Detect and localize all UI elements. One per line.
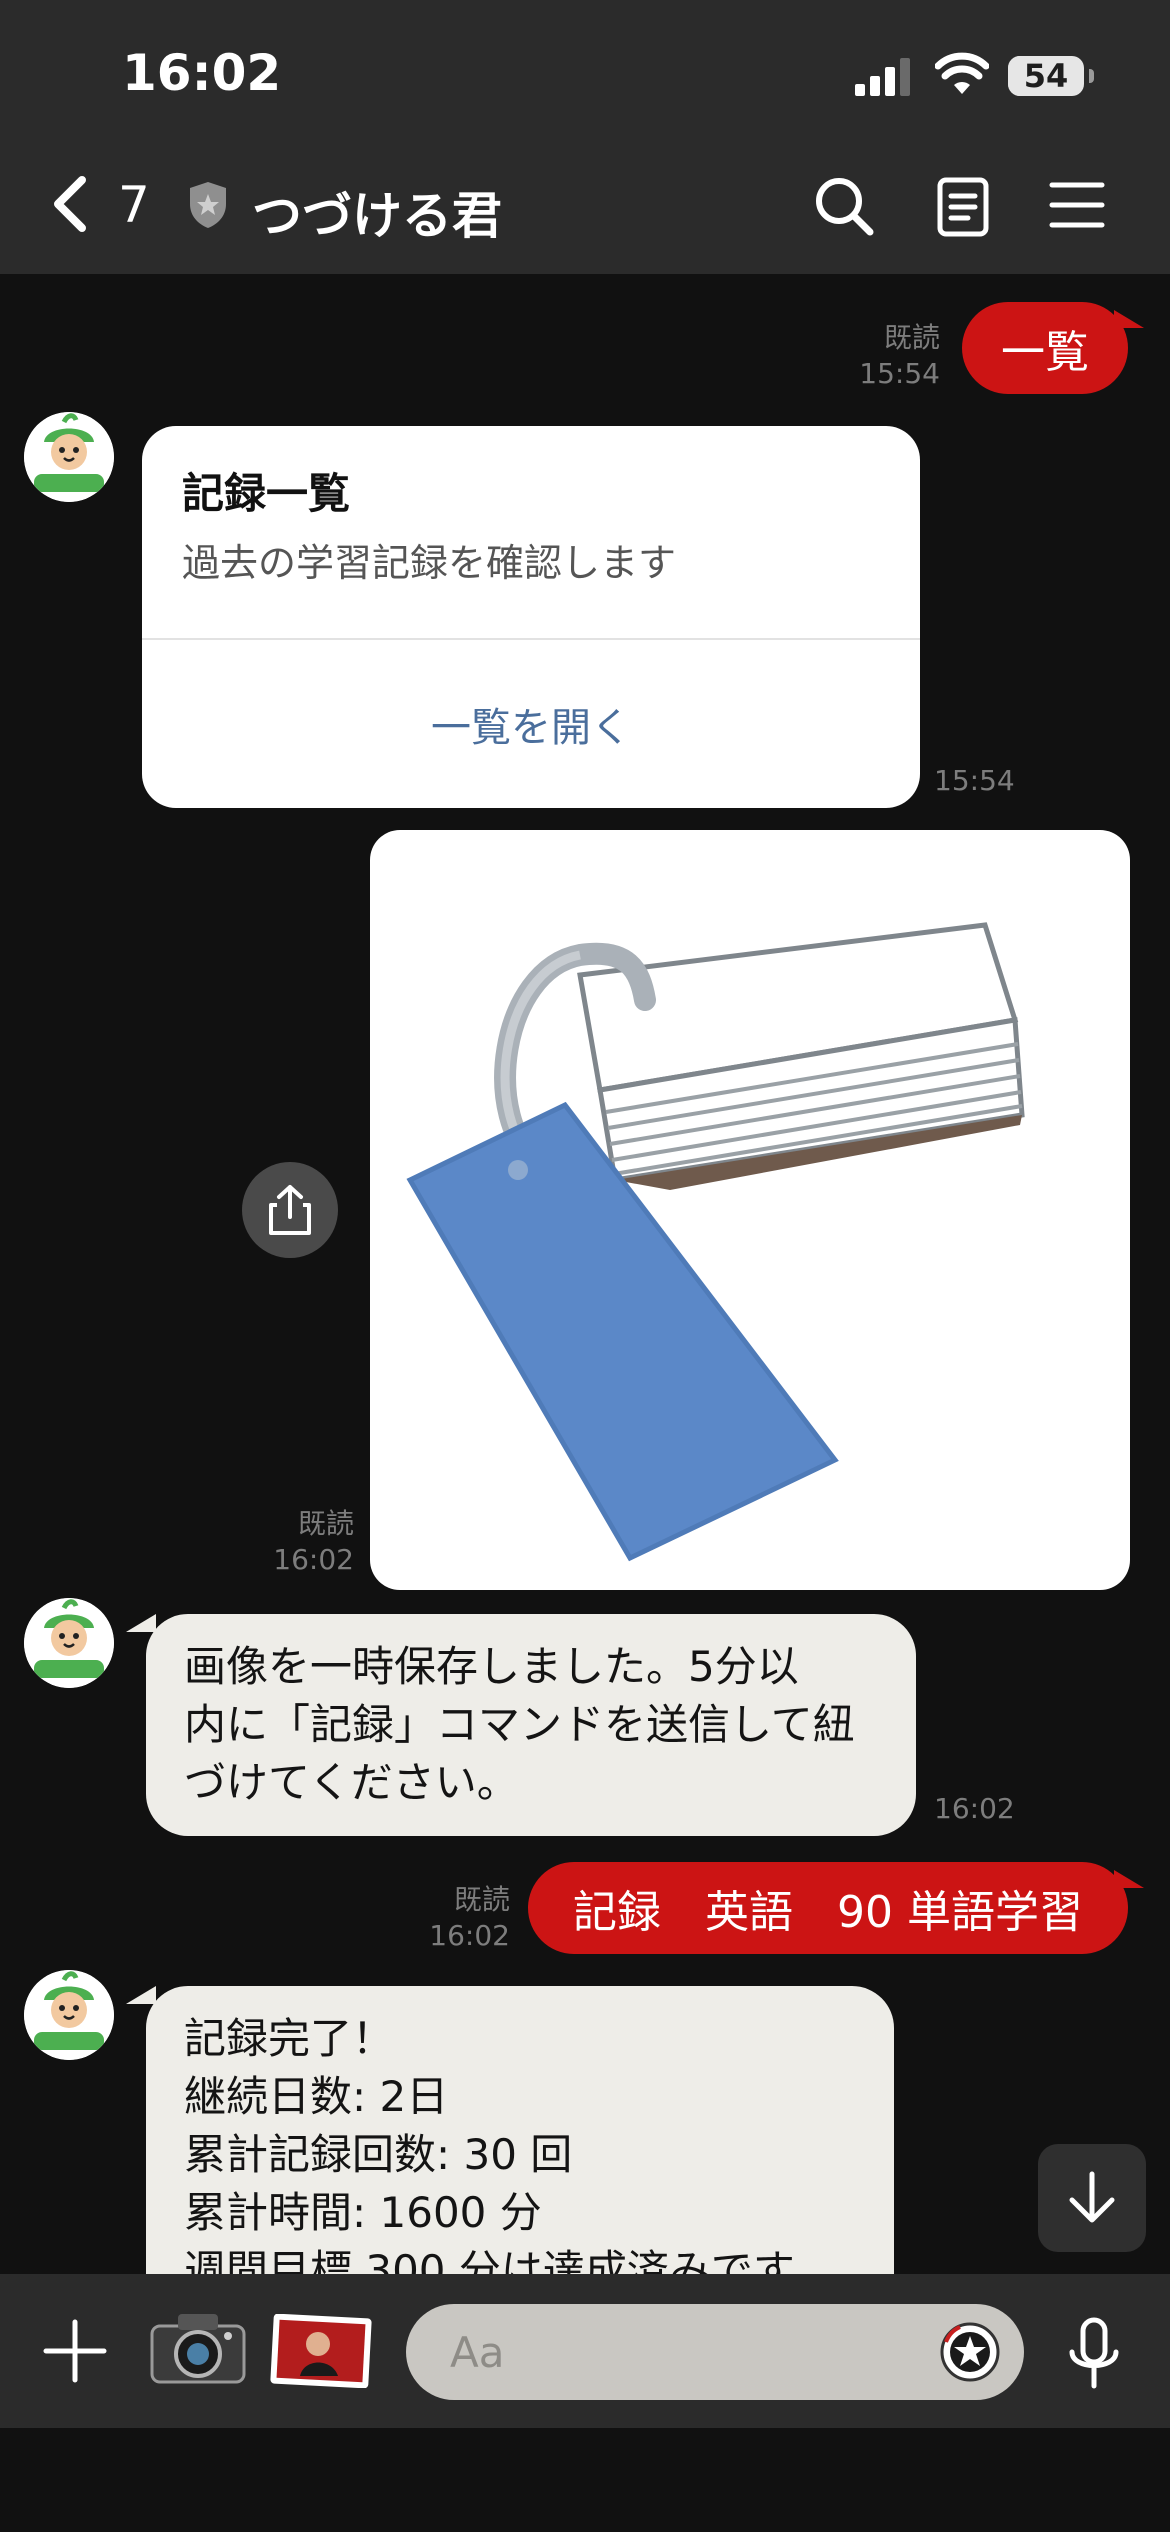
message-line: 週間目標 300 分は達成済みです。 bbox=[184, 2246, 833, 2274]
photo-icon[interactable] bbox=[270, 2314, 372, 2388]
official-account-shield-icon bbox=[190, 182, 226, 228]
message-line: 継続日数: 2日 bbox=[184, 2072, 449, 2121]
wifi-icon bbox=[935, 52, 989, 94]
camera-icon[interactable] bbox=[148, 2308, 248, 2388]
message-time: 16:02 bbox=[273, 1543, 354, 1576]
card-description: 過去の学習記録を確認します bbox=[182, 541, 677, 585]
menu-icon[interactable] bbox=[1048, 180, 1106, 230]
battery-percentage: 54 bbox=[1023, 57, 1069, 95]
message-text: 記録 英語 90 単語学習 bbox=[573, 1887, 1083, 1938]
sent-image[interactable] bbox=[370, 830, 1130, 1590]
battery-icon: 54 bbox=[1008, 56, 1094, 96]
home-indicator-area bbox=[0, 2428, 1170, 2532]
share-icon bbox=[269, 1185, 311, 1235]
message-time: 15:54 bbox=[859, 357, 940, 390]
message-time: 15:54 bbox=[934, 764, 1015, 797]
message-line: 累計時間: 1600 分 bbox=[184, 2188, 542, 2237]
search-icon[interactable] bbox=[812, 174, 876, 238]
record-list-card: 記録一覧 過去の学習記録を確認します 一覧を開く bbox=[142, 426, 920, 808]
sticker-icon[interactable] bbox=[940, 2322, 1000, 2382]
flashcard-ring-illustration bbox=[406, 922, 1025, 1562]
scroll-to-bottom-button[interactable] bbox=[1038, 2144, 1146, 2252]
bubble-tail bbox=[126, 1986, 156, 2004]
back-chevron-icon[interactable] bbox=[48, 172, 92, 236]
read-receipt: 既読 bbox=[453, 1883, 510, 1916]
message-line: 画像を一時保存しました。5分以 bbox=[184, 1642, 799, 1691]
message-time: 16:02 bbox=[934, 1792, 1015, 1825]
bot-avatar[interactable] bbox=[24, 412, 114, 502]
unread-count[interactable]: 7 bbox=[118, 176, 150, 234]
incoming-message-bubble[interactable]: 画像を一時保存しました。5分以 内に「記録」コマンドを送信して紐 づけてください… bbox=[146, 1614, 916, 1836]
message-text: 一覧 bbox=[1001, 327, 1089, 378]
chat-screen: 16:02 54 7 つづける君 既読 15:54 一覧 記録一覧 過去の学習記… bbox=[0, 0, 1170, 2532]
chat-title: つづける君 bbox=[252, 187, 502, 245]
tsuzukerukun-avatar-icon bbox=[24, 1598, 114, 1688]
open-list-button[interactable]: 一覧を開く bbox=[142, 640, 920, 808]
message-meta: 既読 16:02 bbox=[380, 1882, 510, 1954]
message-list[interactable]: 既読 15:54 一覧 記録一覧 過去の学習記録を確認します 一覧を開く 15:… bbox=[0, 274, 1170, 2274]
read-receipt: 既読 bbox=[297, 1507, 354, 1540]
status-time: 16:02 bbox=[122, 44, 282, 102]
notes-icon[interactable] bbox=[936, 176, 990, 238]
message-line: 記録完了！ bbox=[184, 2014, 395, 2063]
incoming-message-bubble[interactable]: 記録完了！ 継続日数: 2日 累計記録回数: 30 回 累計時間: 1600 分… bbox=[146, 1986, 894, 2274]
message-line: づけてください。 bbox=[184, 1758, 519, 1807]
read-receipt: 既読 bbox=[883, 321, 940, 354]
chat-header: 7 つづける君 bbox=[0, 150, 1170, 274]
outgoing-message-bubble[interactable]: 一覧 bbox=[962, 302, 1128, 394]
message-line: 累計記録回数: 30 回 bbox=[184, 2130, 573, 2179]
message-line: 内に「記録」コマンドを送信して紐 bbox=[184, 1700, 855, 1749]
message-input[interactable] bbox=[406, 2304, 1024, 2400]
bot-avatar[interactable] bbox=[24, 1598, 114, 1688]
bubble-tail bbox=[126, 1614, 156, 1632]
share-button[interactable] bbox=[242, 1162, 338, 1258]
bot-avatar[interactable] bbox=[24, 1970, 114, 2060]
arrow-down-icon bbox=[1069, 2171, 1115, 2223]
bubble-tail bbox=[1114, 1870, 1144, 1888]
outgoing-message-bubble[interactable]: 記録 英語 90 単語学習 bbox=[528, 1862, 1128, 1954]
message-input-bar bbox=[0, 2274, 1170, 2428]
status-bar: 16:02 54 bbox=[0, 0, 1170, 150]
message-time: 16:02 bbox=[429, 1919, 510, 1952]
message-meta: 既読 15:54 bbox=[800, 320, 940, 392]
bubble-tail bbox=[1114, 310, 1144, 328]
plus-icon[interactable] bbox=[40, 2316, 110, 2386]
tsuzukerukun-avatar-icon bbox=[24, 1970, 114, 2060]
cellular-signal-icon bbox=[855, 58, 910, 96]
card-title: 記録一覧 bbox=[182, 469, 351, 518]
microphone-icon[interactable] bbox=[1066, 2316, 1122, 2392]
message-meta: 既読 16:02 bbox=[210, 1506, 354, 1578]
tsuzukerukun-avatar-icon bbox=[24, 412, 114, 502]
